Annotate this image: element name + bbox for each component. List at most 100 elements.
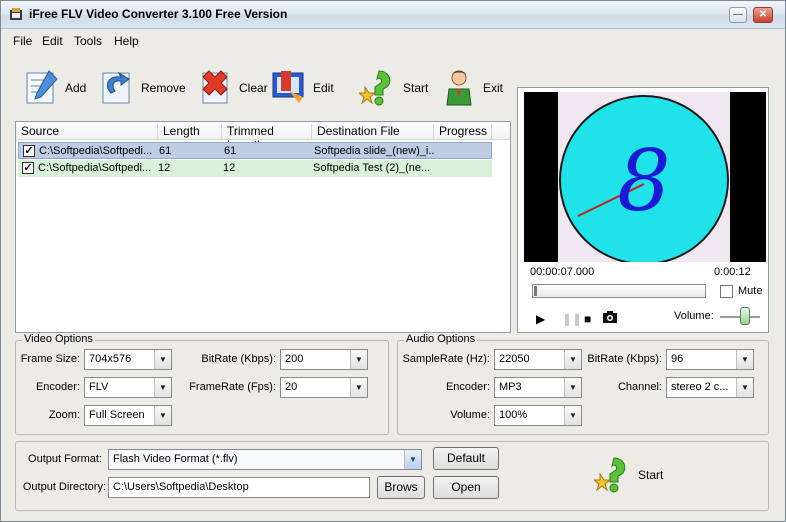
audio-bitrate-value: 96 xyxy=(671,353,684,365)
chevron-down-icon[interactable]: ▼ xyxy=(154,350,171,369)
audio-options-title: Audio Options xyxy=(404,333,478,345)
chevron-down-icon[interactable]: ▼ xyxy=(154,378,171,397)
output-group: Output Format: Flash Video Format (*.flv… xyxy=(15,441,769,511)
frame-size-value: 704x576 xyxy=(89,353,132,365)
frame-size-select[interactable]: 704x576 ▼ xyxy=(84,349,172,370)
seek-thumb[interactable] xyxy=(534,286,537,296)
output-directory-label: Output Directory: xyxy=(22,481,106,493)
chevron-down-icon[interactable]: ▼ xyxy=(404,450,421,469)
chevron-down-icon[interactable]: ▼ xyxy=(564,406,581,425)
exit-button[interactable]: Exit xyxy=(439,65,503,109)
start-icon xyxy=(359,70,391,106)
minimize-button[interactable]: — xyxy=(729,7,747,23)
audio-encoder-select[interactable]: MP3 ▼ xyxy=(494,377,582,398)
frame-size-label: Frame Size: xyxy=(20,353,80,365)
chevron-down-icon[interactable]: ▼ xyxy=(154,406,171,425)
audio-encoder-value: MP3 xyxy=(499,381,522,393)
stop-icon[interactable]: ■ xyxy=(584,312,591,326)
clear-button[interactable]: Clear xyxy=(195,65,268,109)
table-row[interactable]: ✓ C:\Softpedia\Softpedi... 61 61 Softped… xyxy=(18,142,492,159)
output-format-value: Flash Video Format (*.flv) xyxy=(113,453,238,465)
output-start-label: Start xyxy=(638,468,664,482)
row-checkbox[interactable]: ✓ xyxy=(23,145,35,157)
video-encoder-label: Encoder: xyxy=(35,381,80,393)
play-icon[interactable]: ▶ xyxy=(536,312,545,326)
channel-label: Channel: xyxy=(617,381,662,393)
exit-label: Exit xyxy=(483,81,504,95)
video-bitrate-label: BitRate (Kbps): xyxy=(201,353,276,365)
chevron-down-icon[interactable]: ▼ xyxy=(736,350,753,369)
col-trimmed-length[interactable]: Trimmed Length xyxy=(222,124,312,152)
video-encoder-select[interactable]: FLV ▼ xyxy=(84,377,172,398)
audio-bitrate-select[interactable]: 96 ▼ xyxy=(666,349,754,370)
samplerate-label: SampleRate (Hz): xyxy=(402,353,490,365)
app-window: iFree FLV Video Converter 3.100 Free Ver… xyxy=(0,0,786,522)
menu-edit[interactable]: Edit xyxy=(42,34,63,48)
edit-button[interactable]: Edit xyxy=(269,65,334,109)
zoom-label: Zoom: xyxy=(48,409,80,421)
current-time: 00:00:07.000 xyxy=(530,266,595,278)
menu-tools[interactable]: Tools xyxy=(74,34,102,48)
col-progress[interactable]: Progress xyxy=(434,124,492,140)
add-button[interactable]: Add xyxy=(21,65,86,109)
menu-file[interactable]: File xyxy=(13,34,32,48)
file-list[interactable]: Source Length Trimmed Length Destination… xyxy=(15,121,511,333)
table-row[interactable]: ✓ C:\Softpedia\Softpedi... 12 12 Softped… xyxy=(18,160,492,177)
window-title: iFree FLV Video Converter 3.100 Free Ver… xyxy=(29,7,288,21)
default-button[interactable]: Default xyxy=(433,447,499,470)
output-format-select[interactable]: Flash Video Format (*.flv) ▼ xyxy=(108,449,422,470)
col-length[interactable]: Length xyxy=(158,124,222,140)
col-source[interactable]: Source xyxy=(16,124,158,140)
audio-options-group: Audio Options SampleRate (Hz): 22050 ▼ Bi… xyxy=(397,333,769,435)
open-button[interactable]: Open xyxy=(433,476,499,499)
seek-slider[interactable] xyxy=(532,284,706,298)
video-encoder-value: FLV xyxy=(89,381,109,393)
channel-value: stereo 2 c... xyxy=(671,381,729,393)
add-label: Add xyxy=(65,81,87,95)
chevron-down-icon[interactable]: ▼ xyxy=(350,378,367,397)
letterbox-right xyxy=(730,92,766,262)
framerate-select[interactable]: 20 ▼ xyxy=(280,377,368,398)
browse-button[interactable]: Brows xyxy=(377,476,425,499)
menu-help[interactable]: Help xyxy=(114,34,139,48)
list-header: Source Length Trimmed Length Destination… xyxy=(16,122,510,152)
samplerate-value: 22050 xyxy=(499,353,530,365)
start-button[interactable]: Start xyxy=(359,65,428,109)
snapshot-icon[interactable] xyxy=(602,310,618,324)
remove-icon xyxy=(102,71,130,104)
remove-button[interactable]: Remove xyxy=(97,65,186,109)
volume-slider-thumb[interactable] xyxy=(740,307,750,325)
audio-volume-select[interactable]: 100% ▼ xyxy=(494,405,582,426)
audio-bitrate-label: BitRate (Kbps): xyxy=(587,353,662,365)
cell-source: C:\Softpedia\Softpedi... xyxy=(39,145,153,157)
output-start-button[interactable]: Start xyxy=(594,452,663,496)
row-checkbox[interactable]: ✓ xyxy=(22,162,34,174)
preview-panel: 8 00:00:07.000 0:00:12 Mute ▶ ❚❚ ■ Volum… xyxy=(517,87,769,333)
pause-icon[interactable]: ❚❚ xyxy=(562,312,582,326)
samplerate-select[interactable]: 22050 ▼ xyxy=(494,349,582,370)
video-bitrate-select[interactable]: 200 ▼ xyxy=(280,349,368,370)
output-directory-input[interactable]: C:\Users\Softpedia\Desktop xyxy=(108,477,370,498)
channel-select[interactable]: stereo 2 c... ▼ xyxy=(666,377,754,398)
app-icon xyxy=(10,8,22,20)
framerate-value: 20 xyxy=(285,381,298,393)
video-frame: 8 xyxy=(524,92,766,262)
remove-label: Remove xyxy=(141,81,186,95)
close-button[interactable]: ✕ xyxy=(753,7,773,23)
mute-label: Mute xyxy=(738,285,763,297)
menu-bar: File Edit Tools Help xyxy=(1,31,785,51)
audio-volume-label: Volume: xyxy=(450,409,490,421)
chevron-down-icon[interactable]: ▼ xyxy=(350,350,367,369)
cell-trimmed: 61 xyxy=(224,145,237,157)
cell-trimmed: 12 xyxy=(223,162,236,174)
edit-icon xyxy=(272,71,304,103)
mute-checkbox[interactable] xyxy=(720,285,733,298)
volume-label: Volume: xyxy=(674,310,714,322)
clear-label: Clear xyxy=(239,81,268,95)
col-destination[interactable]: Destination File xyxy=(312,124,434,140)
chevron-down-icon[interactable]: ▼ xyxy=(736,378,753,397)
zoom-select[interactable]: Full Screen ▼ xyxy=(84,405,172,426)
framerate-label: FrameRate (Fps): xyxy=(189,381,276,393)
cell-destination: Softpedia Test (2)_(ne... xyxy=(313,162,431,174)
total-time: 0:00:12 xyxy=(714,266,751,278)
